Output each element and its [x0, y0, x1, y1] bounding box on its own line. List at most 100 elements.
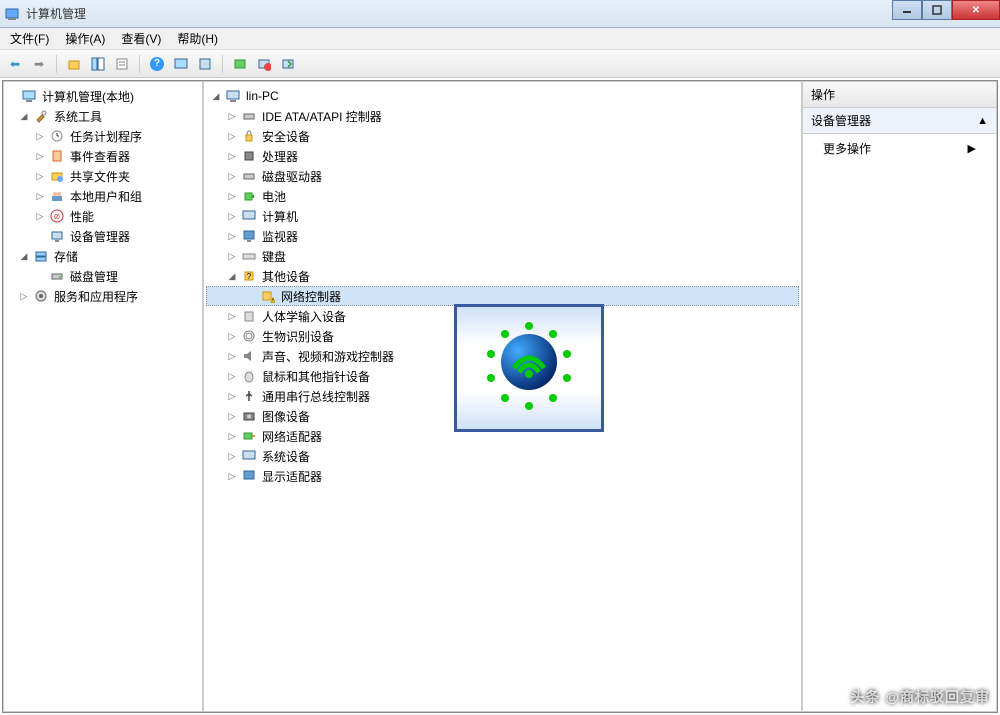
back-button[interactable]: ⬅ [4, 53, 26, 75]
expander-icon[interactable]: ▷ [226, 331, 238, 342]
actions-more[interactable]: 更多操作 ▶ [803, 134, 996, 163]
expander-icon[interactable]: ▷ [34, 211, 46, 222]
expander-icon[interactable]: ▷ [34, 191, 46, 202]
menu-view[interactable]: 查看(V) [115, 28, 167, 49]
tools-icon [33, 108, 49, 124]
tree-disk-management[interactable]: 磁盘管理 [6, 266, 200, 286]
tree-label: 服务和应用程序 [52, 288, 140, 305]
device-monitors[interactable]: ▷监视器 [206, 226, 799, 246]
expander-icon[interactable]: ▷ [226, 171, 238, 182]
chevron-right-icon: ▶ [968, 142, 976, 155]
tree-label: 设备管理器 [68, 228, 132, 245]
expander-icon[interactable]: ▷ [226, 411, 238, 422]
tree-performance[interactable]: ▷ ⊘ 性能 [6, 206, 200, 226]
expander-icon[interactable]: ▷ [226, 471, 238, 482]
tree-label: 任务计划程序 [68, 128, 144, 145]
folder-share-icon [49, 168, 65, 184]
expander-icon[interactable]: ▷ [226, 191, 238, 202]
expander-icon[interactable]: ▷ [226, 231, 238, 242]
device-keyboards[interactable]: ▷ 键盘 [206, 246, 799, 266]
users-icon [49, 188, 65, 204]
expander-icon[interactable]: ▷ [226, 391, 238, 402]
refresh-button[interactable] [194, 53, 216, 75]
tree-label: 本地用户和组 [68, 188, 144, 205]
tree-label: 其他设备 [260, 268, 312, 285]
expander-icon[interactable]: ▷ [34, 151, 46, 162]
tree-label: 图像设备 [260, 408, 312, 425]
tree-label: 存储 [52, 248, 80, 265]
expander-icon[interactable]: ▷ [226, 131, 238, 142]
toolbar: ⬅ ➡ ? [0, 50, 1000, 78]
device-manager-icon [49, 228, 65, 244]
expander-icon[interactable]: ◢ [18, 251, 30, 262]
device-security[interactable]: ▷ 安全设备 [206, 126, 799, 146]
tree-task-scheduler[interactable]: ▷ 任务计划程序 [6, 126, 200, 146]
title-bar: 计算机管理 ✕ [0, 0, 1000, 28]
expander-icon[interactable]: ▷ [226, 251, 238, 262]
tree-device-manager[interactable]: 设备管理器 [6, 226, 200, 246]
tree-system-tools[interactable]: ◢ 系统工具 [6, 106, 200, 126]
tree-storage[interactable]: ◢ 存储 [6, 246, 200, 266]
device-computer-node[interactable]: ▷计算机 [206, 206, 799, 226]
expander-icon[interactable]: ▷ [34, 131, 46, 142]
expander-icon[interactable]: ▷ [226, 371, 238, 382]
minimize-button[interactable] [892, 0, 922, 20]
actions-header: 操作 [803, 82, 996, 108]
tree-event-viewer[interactable]: ▷ 事件查看器 [6, 146, 200, 166]
expander-icon[interactable]: ▷ [226, 431, 238, 442]
left-tree: 计算机管理(本地) ◢ 系统工具 ▷ 任务计划程序 ▷ 事件查看器 ▷ 共享文件… [4, 82, 202, 310]
actions-section-label: 设备管理器 [811, 112, 871, 129]
overlay-logo [454, 304, 604, 432]
menu-file[interactable]: 文件(F) [4, 28, 55, 49]
expander-icon[interactable]: ▷ [226, 151, 238, 162]
device-processors[interactable]: ▷处理器 [206, 146, 799, 166]
tree-shared-folders[interactable]: ▷ 共享文件夹 [6, 166, 200, 186]
device-system[interactable]: ▷系统设备 [206, 446, 799, 466]
help-button[interactable]: ? [146, 53, 168, 75]
device-network-controller[interactable]: !网络控制器 [206, 286, 799, 306]
scan-button[interactable] [229, 53, 251, 75]
device-disk-drives[interactable]: ▷ 磁盘驱动器 [206, 166, 799, 186]
device-other[interactable]: ◢?其他设备 [206, 266, 799, 286]
tree-label: 键盘 [260, 248, 288, 265]
performance-icon: ⊘ [49, 208, 65, 224]
logo-graphic [479, 318, 579, 418]
menu-action[interactable]: 操作(A) [59, 28, 111, 49]
expander-icon[interactable]: ▷ [226, 111, 238, 122]
properties-button[interactable] [111, 53, 133, 75]
device-display-adapters[interactable]: ▷显示适配器 [206, 466, 799, 486]
expander-icon[interactable]: ▷ [18, 291, 30, 302]
expander-icon[interactable]: ◢ [226, 271, 238, 282]
console-button[interactable] [170, 53, 192, 75]
expander-icon[interactable]: ▷ [226, 211, 238, 222]
device-batteries[interactable]: ▷电池 [206, 186, 799, 206]
tree-label: 安全设备 [260, 128, 312, 145]
forward-button[interactable]: ➡ [28, 53, 50, 75]
tree-label: 共享文件夹 [68, 168, 132, 185]
uninstall-button[interactable] [253, 53, 275, 75]
expander-icon[interactable]: ◢ [18, 111, 30, 122]
actions-section[interactable]: 设备管理器 ▲ [803, 108, 996, 134]
tree-root[interactable]: 计算机管理(本地) [6, 86, 200, 106]
right-pane: 操作 设备管理器 ▲ 更多操作 ▶ [802, 81, 997, 712]
expander-icon[interactable]: ◢ [210, 91, 222, 102]
window-controls: ✕ [892, 0, 1000, 20]
ide-icon [241, 108, 257, 124]
keyboard-icon [241, 248, 257, 264]
tree-label: 磁盘驱动器 [260, 168, 324, 185]
tree-services-apps[interactable]: ▷ 服务和应用程序 [6, 286, 200, 306]
up-button[interactable] [63, 53, 85, 75]
show-tree-button[interactable] [87, 53, 109, 75]
expander-icon[interactable]: ▷ [226, 311, 238, 322]
close-button[interactable]: ✕ [952, 0, 1000, 20]
device-computer-root[interactable]: ◢ lin-PC [206, 86, 799, 106]
expander-icon[interactable]: ▷ [34, 171, 46, 182]
tree-local-users[interactable]: ▷ 本地用户和组 [6, 186, 200, 206]
update-button[interactable] [277, 53, 299, 75]
device-ide-atapi[interactable]: ▷IDE ATA/ATAPI 控制器 [206, 106, 799, 126]
expander-icon[interactable]: ▷ [226, 451, 238, 462]
biometric-icon [241, 328, 257, 344]
menu-help[interactable]: 帮助(H) [171, 28, 224, 49]
maximize-button[interactable] [922, 0, 952, 20]
expander-icon[interactable]: ▷ [226, 351, 238, 362]
